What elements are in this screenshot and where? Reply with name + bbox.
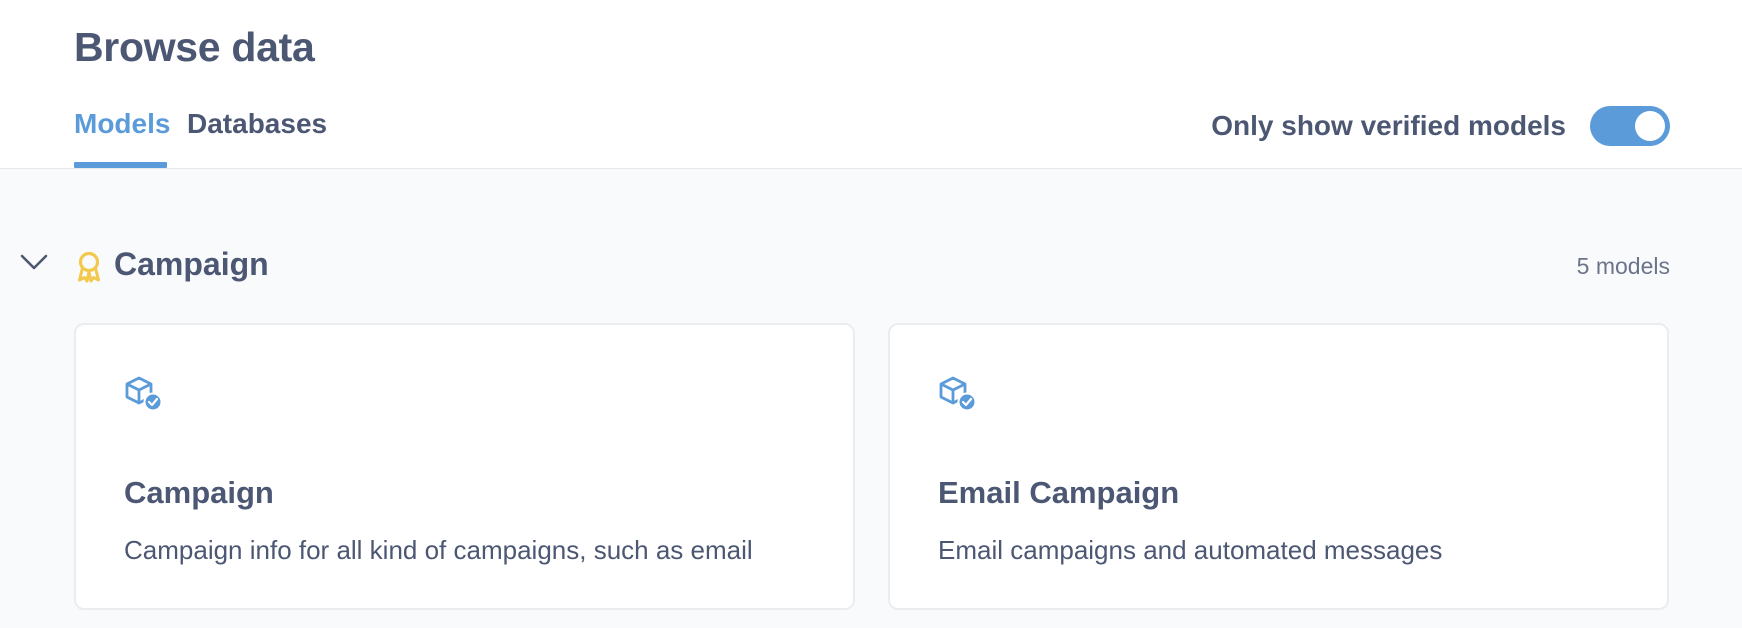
- verified-model-icon: [938, 375, 977, 413]
- verified-toggle-label: Only show verified models: [1211, 110, 1566, 141]
- verified-model-icon: [124, 375, 163, 413]
- model-description: Campaign info for all kind of campaigns,…: [124, 535, 753, 565]
- section-title: Campaign: [114, 246, 269, 282]
- model-card[interactable]: Campaign Campaign info for all kind of c…: [74, 323, 855, 610]
- toggle-knob: [1635, 111, 1665, 141]
- tab-models[interactable]: Models: [74, 108, 170, 140]
- active-tab-indicator: [74, 162, 167, 168]
- model-card[interactable]: Email Campaign Email campaigns and autom…: [888, 323, 1669, 610]
- model-description: Email campaigns and automated messages: [938, 535, 1443, 565]
- verified-badge-icon: [76, 251, 102, 283]
- chevron-down-icon: [20, 254, 48, 270]
- page-title: Browse data: [74, 24, 315, 70]
- model-title: Campaign: [124, 475, 274, 510]
- verified-models-toggle[interactable]: [1590, 106, 1670, 146]
- page-header: Browse data Models Databases Only show v…: [0, 0, 1742, 169]
- collapse-section-button[interactable]: [18, 250, 50, 274]
- model-count: 5 models: [1576, 253, 1670, 279]
- tab-databases[interactable]: Databases: [187, 108, 327, 140]
- model-title: Email Campaign: [938, 475, 1180, 510]
